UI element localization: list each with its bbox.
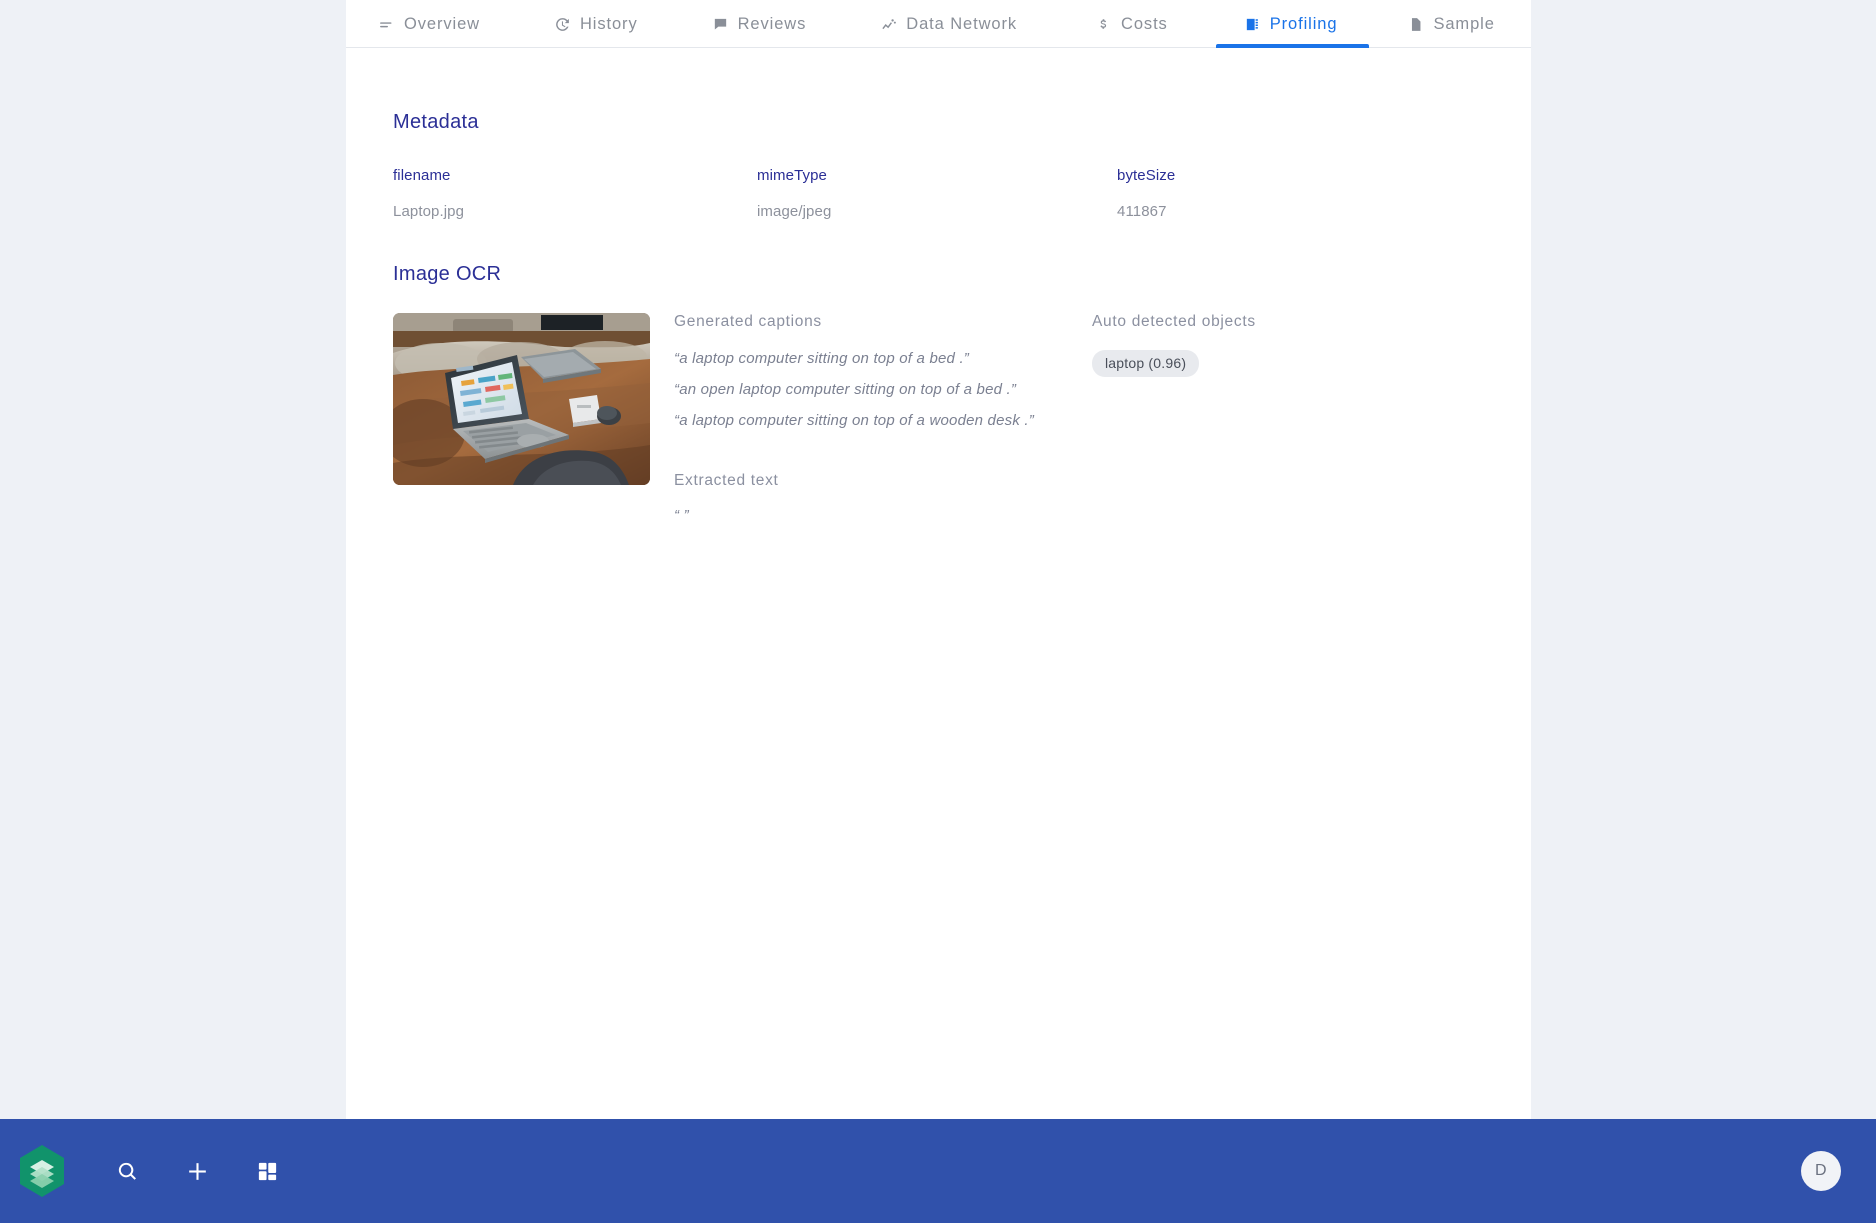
tab-data-network[interactable]: Data Network xyxy=(846,0,1057,48)
image-thumbnail[interactable] xyxy=(393,313,650,485)
search-button[interactable] xyxy=(99,1143,155,1199)
caption-item: “a laptop computer sitting on top of a b… xyxy=(674,350,970,367)
tab-overview[interactable]: Overview xyxy=(364,0,520,48)
profiling-card-icon xyxy=(1244,16,1261,33)
caption-item: “an open laptop computer sitting on top … xyxy=(674,381,1017,398)
tab-reviews-label: Reviews xyxy=(737,14,807,33)
tab-bar: Overview History Reviews Data Network Co xyxy=(346,0,1531,48)
dollar-sign-icon xyxy=(1095,16,1112,33)
extracted-text-value: “ ” xyxy=(674,507,689,524)
add-button[interactable] xyxy=(169,1143,225,1199)
bottom-navigation-bar: D xyxy=(0,1119,1876,1223)
search-icon xyxy=(116,1160,139,1183)
metadata-value-filename: Laptop.jpg xyxy=(393,203,465,220)
apps-grid-button[interactable] xyxy=(239,1143,295,1199)
auto-detected-objects-label: Auto detected objects xyxy=(1092,313,1256,330)
plus-icon xyxy=(185,1159,210,1184)
clock-history-icon xyxy=(554,16,571,33)
tab-data-network-label: Data Network xyxy=(906,14,1018,33)
metadata-field-mimetype: mimeType image/jpeg xyxy=(757,167,1117,220)
metadata-value-bytesize: 411867 xyxy=(1117,203,1167,220)
tab-overview-label: Overview xyxy=(404,14,480,33)
list-lines-icon xyxy=(378,16,395,33)
profiling-content: Metadata filename Laptop.jpg mimeType im… xyxy=(346,48,1531,524)
document-icon xyxy=(1407,16,1424,33)
metadata-key-mimetype: mimeType xyxy=(757,167,827,184)
image-ocr-body: Generated captions “a laptop computer si… xyxy=(393,313,1531,524)
caption-item: “a laptop computer sitting on top of a w… xyxy=(674,412,1034,429)
tab-costs[interactable]: Costs xyxy=(1057,0,1214,48)
metadata-key-filename: filename xyxy=(393,167,451,184)
metadata-field-bytesize: byteSize 411867 xyxy=(1117,167,1531,220)
generated-captions-column: Generated captions “a laptop computer si… xyxy=(674,313,1092,524)
tab-profiling[interactable]: Profiling xyxy=(1214,0,1372,48)
tab-sample-label: Sample xyxy=(1433,14,1495,33)
laptop-on-leather-couch-thumbnail xyxy=(393,313,650,485)
tab-history-label: History xyxy=(579,14,638,33)
tab-costs-label: Costs xyxy=(1121,14,1168,33)
extracted-text-block: Extracted text “ ” xyxy=(674,472,1092,524)
metadata-value-mimetype: image/jpeg xyxy=(757,203,832,220)
tab-profiling-label: Profiling xyxy=(1269,14,1338,33)
metadata-key-bytesize: byteSize xyxy=(1117,167,1176,184)
tab-sample[interactable]: Sample xyxy=(1371,0,1524,48)
metadata-section-title: Metadata xyxy=(393,111,479,133)
ocr-columns: Generated captions “a laptop computer si… xyxy=(650,313,1531,524)
grid-icon xyxy=(256,1160,279,1183)
speech-bubble-icon xyxy=(712,16,729,33)
avatar[interactable]: D xyxy=(1801,1151,1841,1191)
auto-detected-objects-column: Auto detected objects laptop (0.96) xyxy=(1092,313,1531,524)
tab-history[interactable]: History xyxy=(520,0,680,48)
trending-chart-icon xyxy=(880,16,897,33)
generated-captions-label: Generated captions xyxy=(674,313,822,330)
stacked-layers-logo[interactable] xyxy=(13,1142,71,1200)
extracted-text-label: Extracted text xyxy=(674,472,779,489)
content-panel: Overview History Reviews Data Network Co xyxy=(346,0,1531,1119)
image-ocr-section-title: Image OCR xyxy=(393,263,502,285)
detected-object-chip[interactable]: laptop (0.96) xyxy=(1092,350,1200,377)
metadata-grid: filename Laptop.jpg mimeType image/jpeg … xyxy=(393,167,1531,220)
tab-reviews[interactable]: Reviews xyxy=(680,0,847,48)
metadata-field-filename: filename Laptop.jpg xyxy=(393,167,757,220)
